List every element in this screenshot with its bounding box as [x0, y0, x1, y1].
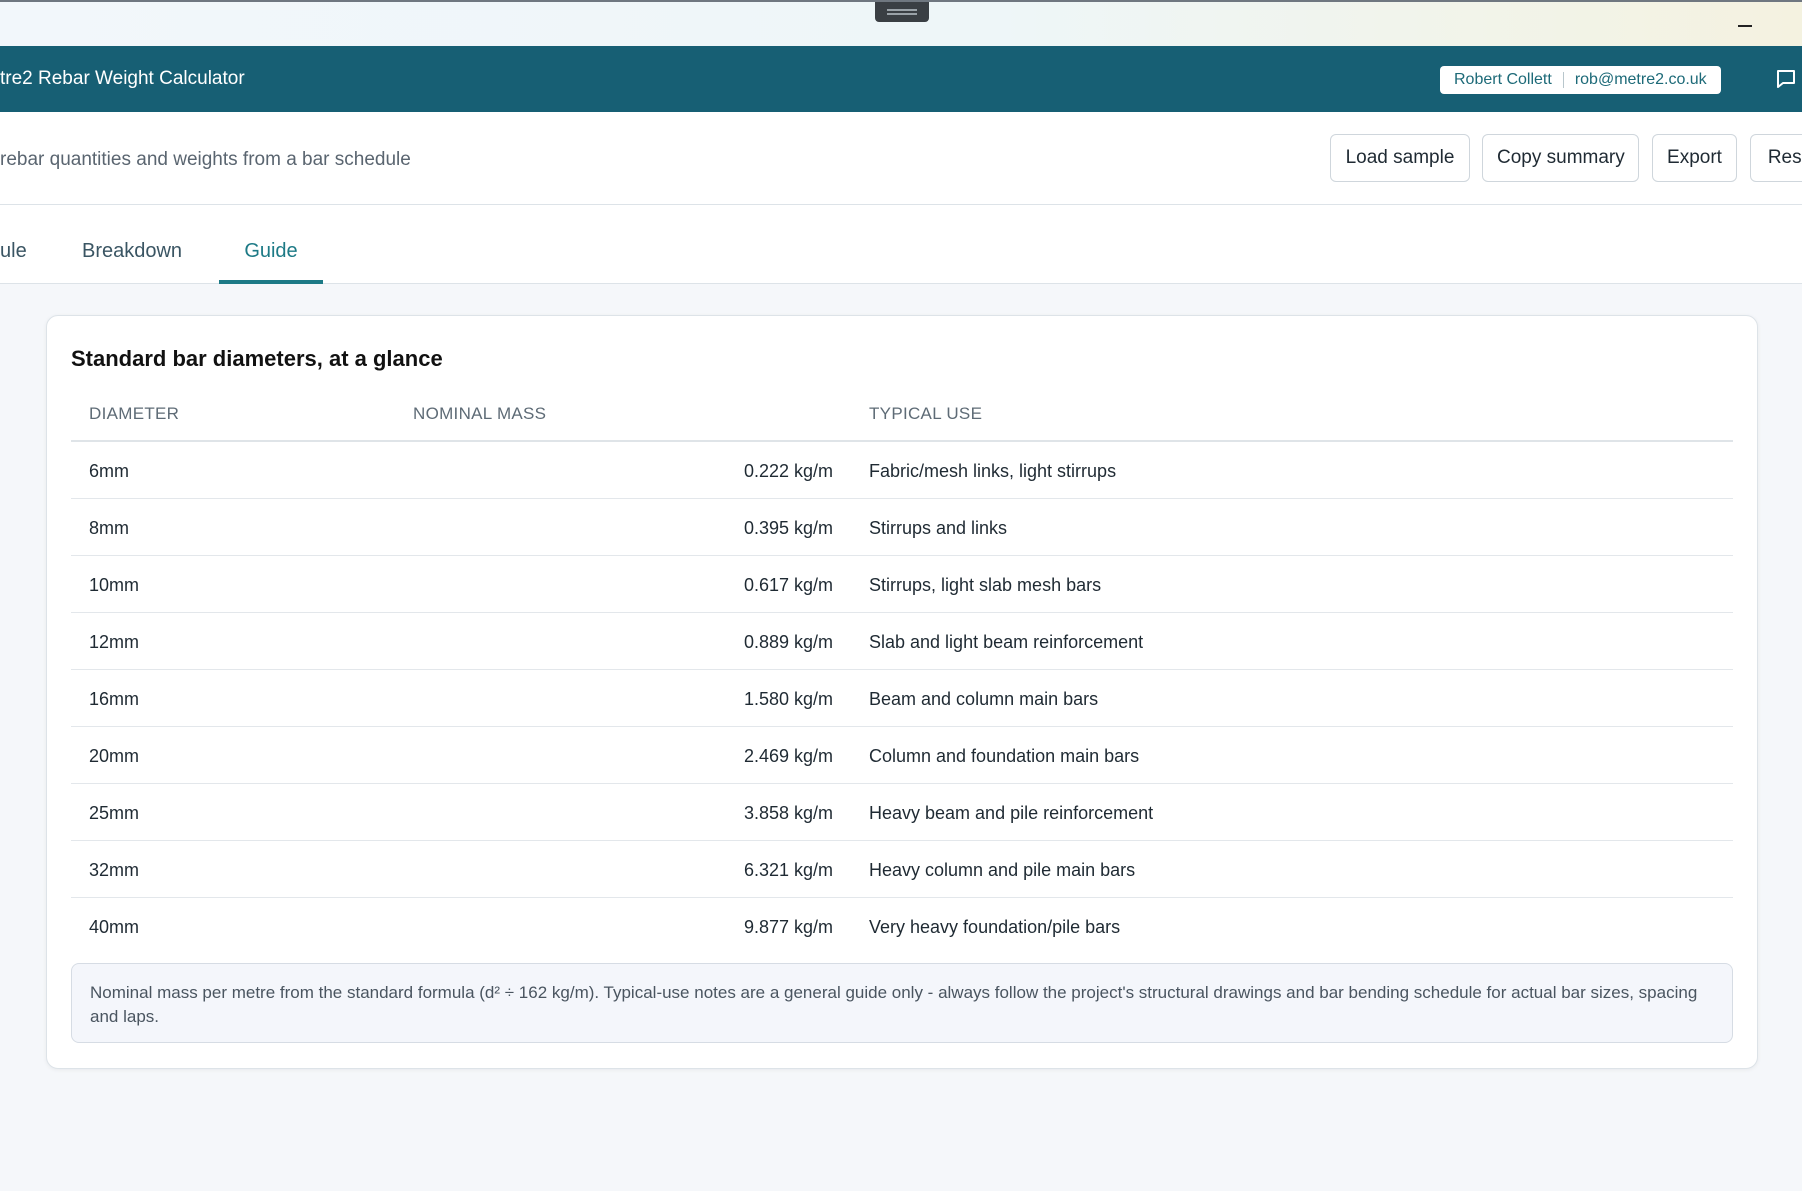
table-row: 16mm 1.580 kg/m Beam and column main bar… [71, 670, 1733, 727]
use-cell: Column and foundation main bars [869, 746, 1140, 766]
reset-button[interactable]: Rese [1750, 134, 1802, 182]
use-cell: Stirrups and links [869, 518, 1008, 538]
diameter-cell: 12mm [89, 632, 140, 652]
tab-bar: ule Breakdown Guide [0, 205, 1802, 284]
column-header-typical-use: TYPICAL USE [869, 404, 983, 423]
diameter-cell: 25mm [89, 803, 140, 823]
guide-card: Standard bar diameters, at a glance DIAM… [46, 315, 1758, 1069]
copy-summary-button[interactable]: Copy summary [1482, 134, 1639, 182]
user-name: Robert Collett [1454, 71, 1552, 88]
table-row: 6mm 0.222 kg/m Fabric/mesh links, light … [71, 442, 1733, 499]
mass-cell: 1.580 kg/m [743, 689, 833, 709]
mass-cell: 0.222 kg/m [743, 461, 833, 481]
mass-cell: 6.321 kg/m [743, 860, 833, 880]
minimize-icon[interactable] [1735, 14, 1755, 34]
guide-note: Nominal mass per metre from the standard… [71, 963, 1733, 1043]
toolbar: rebar quantities and weights from a bar … [0, 112, 1802, 205]
use-cell: Heavy beam and pile reinforcement [869, 803, 1154, 823]
page-subtitle: rebar quantities and weights from a bar … [0, 149, 411, 170]
diameter-table: DIAMETER NOMINAL MASS TYPICAL USE 6mm 0.… [71, 386, 1733, 955]
divider [1562, 72, 1564, 88]
table-row: 8mm 0.395 kg/m Stirrups and links [71, 499, 1733, 556]
table-header: DIAMETER NOMINAL MASS TYPICAL USE [71, 386, 1733, 442]
table-row: 12mm 0.889 kg/m Slab and light beam rein… [71, 613, 1733, 670]
window-drag-handle[interactable] [875, 2, 929, 22]
diameter-cell: 16mm [89, 689, 140, 709]
mass-cell: 0.617 kg/m [743, 575, 833, 595]
use-cell: Stirrups, light slab mesh bars [869, 575, 1102, 595]
table-row: 10mm 0.617 kg/m Stirrups, light slab mes… [71, 556, 1733, 613]
app-header: tre2 Rebar Weight Calculator Robert Coll… [0, 46, 1802, 112]
table-row: 40mm 9.877 kg/m Very heavy foundation/pi… [71, 898, 1733, 955]
use-cell: Very heavy foundation/pile bars [869, 917, 1121, 937]
diameter-cell: 6mm [89, 461, 129, 481]
diameter-cell: 8mm [89, 518, 129, 538]
mass-cell: 0.395 kg/m [743, 518, 833, 538]
diameter-cell: 40mm [89, 917, 140, 937]
window-titlebar [0, 0, 1802, 46]
user-email: rob@metre2.co.uk [1574, 71, 1707, 88]
tab-guide[interactable]: Guide [219, 205, 323, 284]
tab-breakdown[interactable]: Breakdown [82, 205, 182, 284]
use-cell: Fabric/mesh links, light stirrups [869, 461, 1117, 481]
column-header-nominal-mass: NOMINAL MASS [413, 404, 547, 423]
chat-icon[interactable] [1775, 68, 1797, 90]
mass-cell: 9.877 kg/m [743, 917, 833, 937]
use-cell: Beam and column main bars [869, 689, 1099, 709]
mass-cell: 0.889 kg/m [743, 632, 833, 652]
diameter-cell: 32mm [89, 860, 140, 880]
use-cell: Heavy column and pile main bars [869, 860, 1136, 880]
table-row: 25mm 3.858 kg/m Heavy beam and pile rein… [71, 784, 1733, 841]
table-row: 32mm 6.321 kg/m Heavy column and pile ma… [71, 841, 1733, 898]
load-sample-button[interactable]: Load sample [1330, 134, 1470, 182]
diameter-cell: 20mm [89, 746, 140, 766]
use-cell: Slab and light beam reinforcement [869, 632, 1144, 652]
user-badge[interactable]: Robert Collett rob@metre2.co.uk [1440, 66, 1721, 94]
table-row: 20mm 2.469 kg/m Column and foundation ma… [71, 727, 1733, 784]
diameter-cell: 10mm [89, 575, 140, 595]
app-title: tre2 Rebar Weight Calculator [0, 68, 245, 89]
mass-cell: 3.858 kg/m [743, 803, 833, 823]
mass-cell: 2.469 kg/m [743, 746, 833, 766]
export-button[interactable]: Export [1652, 134, 1737, 182]
card-title: Standard bar diameters, at a glance [71, 346, 443, 371]
column-header-diameter: DIAMETER [89, 404, 180, 423]
tab-schedule[interactable]: ule [0, 205, 27, 284]
